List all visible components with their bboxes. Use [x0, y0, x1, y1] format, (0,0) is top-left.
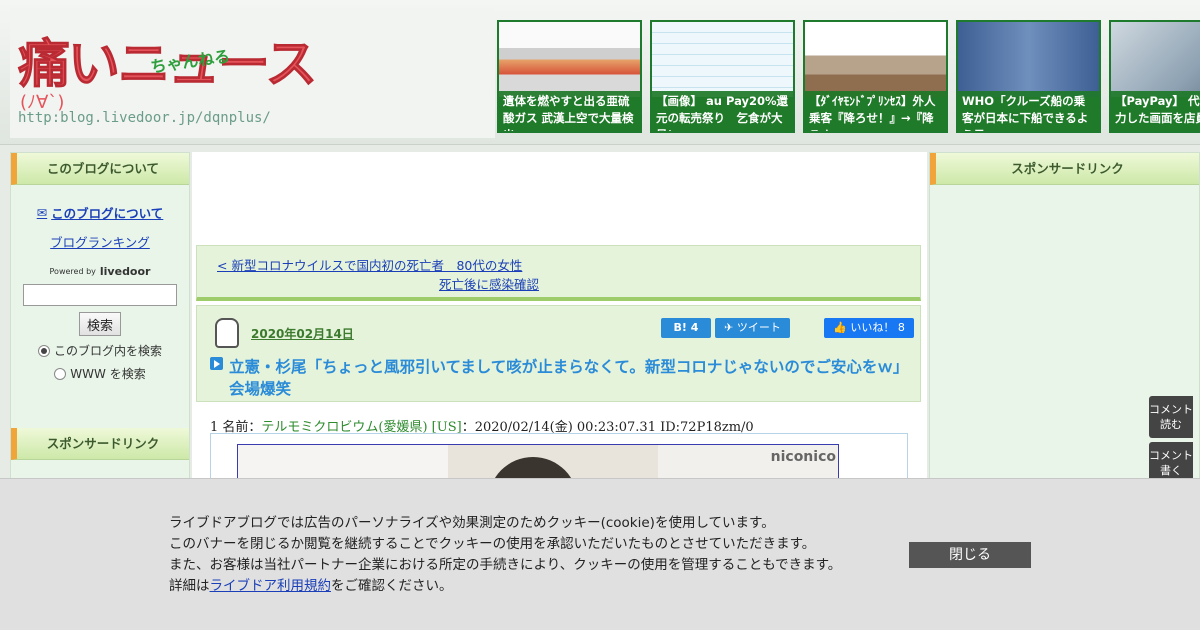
read-comments-button[interactable]: コメント読む [1149, 396, 1193, 438]
news-thumbnail [805, 22, 946, 97]
cookie-line: このバナーを閉じるか閲覧を継続することでクッキーの使用を承認いただいたものとさせ… [169, 536, 816, 552]
radio-search-www[interactable]: WWW を検索 [23, 365, 177, 382]
powered-by: Powered by livedoor [23, 265, 177, 278]
tweet-button[interactable]: ✈ ツイート [715, 318, 790, 338]
hatena-bookmark-button[interactable]: B! 4 [661, 318, 711, 338]
cookie-line: また、お客様は当社パートナー企業における所定の手続きにより、クッキーの使用を管理… [169, 557, 842, 573]
sponsor-heading: スポンサードリンク [11, 428, 189, 460]
news-card[interactable]: WHO「クルーズ船の乗客が日本に下船できるよう日 [956, 20, 1101, 133]
cookie-text: ライブドアブログでは広告のパーソナライズや効果測定のためクッキー(cookie)… [169, 513, 841, 597]
radio-icon[interactable] [54, 367, 67, 380]
news-card[interactable]: 遺体を燃やすと出る亜硫酸ガス 武漢上空で大量検出... [497, 20, 642, 133]
livedoor-logo[interactable]: livedoor [100, 265, 151, 278]
sponsor-heading: スポンサードリンク [930, 153, 1199, 185]
news-card[interactable]: 【画像】 au Pay20%還元の転売祭り 乞食が大量に [650, 20, 795, 133]
play-icon [210, 357, 223, 370]
site-header: 痛いニュース ちゃんねる (ﾉ∀`) http:blog.livedoor.jp… [0, 0, 1200, 145]
radio-search-blog[interactable]: このブログ内を検索 [23, 342, 177, 359]
radio-label: このブログ内を検索 [53, 344, 162, 358]
site-logo[interactable]: 痛いニュース ちゃんねる (ﾉ∀`) http:blog.livedoor.jp… [10, 8, 495, 138]
left-sponsor-section: スポンサードリンク [11, 428, 189, 460]
mascot-icon [215, 318, 239, 348]
twitter-icon: ✈ [724, 321, 734, 334]
prev-article-link-cont[interactable]: 死亡後に感染確認 [439, 274, 539, 293]
news-thumbnail [1111, 22, 1200, 97]
about-body: ✉ このブログについて ブログランキング Powered by livedoor… [11, 185, 189, 382]
cookie-banner: ライブドアブログでは広告のパーソナライズや効果測定のためクッキー(cookie)… [0, 478, 1200, 630]
cookie-suffix: をご確認ください。 [331, 578, 453, 594]
news-caption: 【PayPay】 代金80入力した画面を店員 [1111, 91, 1200, 131]
post-header: 2020年02月14日 B! 4 ✈ ツイート 👍 いいね！ 8 立憲・杉尾「ち… [196, 305, 921, 402]
niconico-logo: niconico [770, 449, 836, 465]
news-card[interactable]: 【PayPay】 代金80入力した画面を店員 [1109, 20, 1200, 133]
cookie-prefix: 詳細は [169, 578, 210, 594]
post-title[interactable]: 立憲・杉尾「ちょっと風邪引いてまして咳が止まらなくて。新型コロナじゃないのでご安… [229, 356, 909, 400]
about-link[interactable]: ✉ このブログについて [37, 203, 164, 222]
logo-url: http:blog.livedoor.jp/dqnplus/ [18, 110, 271, 126]
facebook-like-button[interactable]: 👍 いいね！ 8 [824, 318, 914, 338]
terms-link[interactable]: ライブドア利用規約 [210, 578, 332, 594]
news-thumbnail [958, 22, 1099, 97]
about-link-label: このブログについて [51, 206, 164, 221]
news-thumbnail [499, 22, 640, 97]
news-caption: 【ﾀﾞｲﾔﾓﾝﾄﾞﾌﾟﾘﾝｾｽ】外人乗客『降ろせ！』→『降ろさ [805, 91, 946, 131]
radio-icon[interactable] [37, 344, 50, 357]
ranking-link[interactable]: ブログランキング [23, 232, 177, 251]
cookie-line: 詳細はライブドア利用規約をご確認ください。 [169, 576, 841, 597]
search-button[interactable]: 検索 [79, 312, 121, 336]
like-label: いいね！ 8 [850, 321, 905, 334]
tweet-label: ツイート [736, 321, 781, 334]
news-thumbnail [652, 22, 793, 97]
mail-icon: ✉ [36, 205, 48, 220]
prev-article-nav: < 新型コロナウイルスで国内初の死亡者 80代の女性 死亡後に感染確認 [196, 245, 921, 301]
about-heading: このブログについて [11, 153, 189, 185]
cookie-line: ライブドアブログでは広告のパーソナライズや効果測定のためクッキー(cookie)… [169, 515, 775, 531]
news-carousel: 遺体を燃やすと出る亜硫酸ガス 武漢上空で大量検出... 【画像】 au Pay2… [497, 20, 1200, 133]
cookie-close-button[interactable]: 閉じる [909, 542, 1031, 568]
radio-label: WWW を検索 [70, 367, 146, 381]
news-card[interactable]: 【ﾀﾞｲﾔﾓﾝﾄﾞﾌﾟﾘﾝｾｽ】外人乗客『降ろせ！』→『降ろさ [803, 20, 948, 133]
search-input[interactable] [23, 284, 177, 306]
post-date[interactable]: 2020年02月14日 [251, 325, 354, 342]
prev-article-link[interactable]: < 新型コロナウイルスで国内初の死亡者 80代の女性 [217, 255, 522, 274]
thumbs-up-icon: 👍 [833, 321, 847, 334]
news-caption: 【画像】 au Pay20%還元の転売祭り 乞食が大量に [652, 91, 793, 131]
powered-by-label: Powered by [49, 267, 96, 276]
news-caption: 遺体を燃やすと出る亜硫酸ガス 武漢上空で大量検出... [499, 91, 640, 131]
news-caption: WHO「クルーズ船の乗客が日本に下船できるよう日 [958, 91, 1099, 131]
